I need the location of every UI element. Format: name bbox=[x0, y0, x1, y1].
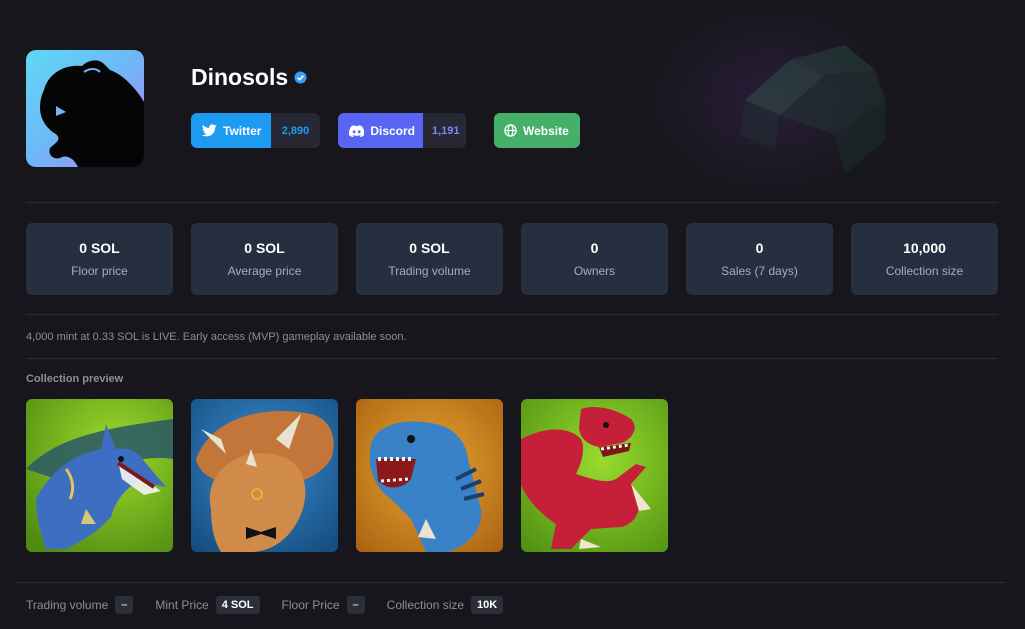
stat-label: Owners bbox=[573, 264, 616, 278]
website-button[interactable]: Website bbox=[494, 113, 580, 148]
triceratops-nft-image[interactable] bbox=[191, 399, 338, 552]
stat-label: Collection size bbox=[885, 264, 964, 278]
stat-label: Floor price bbox=[71, 264, 128, 278]
discord-member-count: 1,191 bbox=[423, 113, 466, 148]
stat-owners: 0 Owners bbox=[521, 223, 668, 295]
twitter-icon bbox=[202, 124, 217, 137]
collection-avatar bbox=[26, 50, 144, 167]
twitter-follower-count: 2,890 bbox=[271, 113, 320, 148]
stat-label: Trading volume bbox=[388, 264, 471, 278]
divider bbox=[26, 314, 998, 315]
footer-mint-price-value: 4 SOL bbox=[215, 596, 260, 614]
stat-value: 0 SOL bbox=[244, 240, 285, 256]
divider bbox=[16, 582, 1006, 583]
collection-description: 4,000 mint at 0.33 SOL is LIVE. Early ac… bbox=[26, 331, 407, 343]
website-button-main[interactable]: Website bbox=[494, 113, 580, 148]
footer-trading-volume-label: Trading volume bbox=[26, 598, 109, 612]
stat-value: 0 SOL bbox=[409, 240, 450, 256]
discord-button-main[interactable]: Discord bbox=[338, 113, 423, 148]
footer-floor-price-label: Floor Price bbox=[281, 598, 340, 612]
stat-trading-volume: 0 SOL Trading volume bbox=[356, 223, 503, 295]
footer-trading-volume-value: – bbox=[115, 596, 134, 614]
collection-title-row: Dinosols bbox=[191, 64, 307, 91]
website-label: Website bbox=[523, 123, 569, 138]
stat-floor-price: 0 SOL Floor price bbox=[26, 223, 173, 295]
footer-mint-price-label: Mint Price bbox=[155, 598, 209, 612]
twitter-button[interactable]: Twitter 2,890 bbox=[191, 113, 320, 148]
footer-floor-price-value: – bbox=[346, 596, 365, 614]
collection-title: Dinosols bbox=[191, 64, 289, 90]
stat-collection-size: 10,000 Collection size bbox=[851, 223, 998, 295]
stat-value: 0 bbox=[755, 240, 764, 256]
discord-label: Discord bbox=[370, 123, 415, 138]
footer-collection-size-label: Collection size bbox=[386, 598, 465, 612]
stat-label: Sales (7 days) bbox=[721, 264, 798, 278]
collection-footer: Trading volume – Mint Price 4 SOL Floor … bbox=[26, 596, 525, 614]
trex-nft-image[interactable] bbox=[356, 399, 503, 552]
twitter-button-main[interactable]: Twitter bbox=[191, 113, 271, 148]
background-logo-icon bbox=[740, 45, 885, 175]
collection-preview-heading: Collection preview bbox=[26, 373, 124, 385]
pterodactyl-nft-image[interactable] bbox=[26, 399, 173, 552]
stat-average-price: 0 SOL Average price bbox=[191, 223, 338, 295]
verified-badge-icon bbox=[294, 71, 307, 84]
stat-value: 0 bbox=[590, 240, 599, 256]
globe-icon bbox=[504, 124, 517, 137]
stat-value: 10,000 bbox=[903, 240, 946, 256]
twitter-label: Twitter bbox=[223, 123, 262, 138]
stat-label: Average price bbox=[227, 264, 302, 278]
divider bbox=[26, 358, 998, 359]
footer-collection-size-value: 10K bbox=[471, 596, 504, 614]
discord-button[interactable]: Discord 1,191 bbox=[338, 113, 466, 148]
discord-icon bbox=[349, 124, 365, 137]
divider bbox=[26, 202, 998, 203]
stat-value: 0 SOL bbox=[79, 240, 120, 256]
stat-sales-7-days: 0 Sales (7 days) bbox=[686, 223, 833, 295]
raptor-nft-image[interactable] bbox=[521, 399, 668, 552]
